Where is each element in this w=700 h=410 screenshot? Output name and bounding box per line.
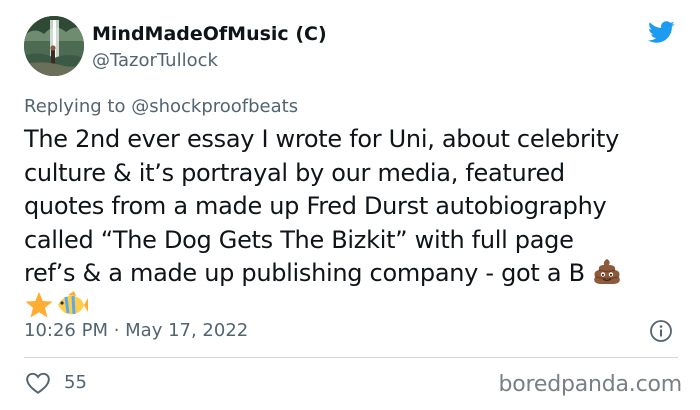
tweet-line-text: ref’s & a made up publishing company - g… [24, 259, 585, 287]
divider [24, 357, 678, 358]
author-display-name[interactable]: MindMadeOfMusic (C) [92, 22, 327, 46]
heart-icon[interactable] [25, 371, 51, 395]
star-emoji [25, 291, 53, 317]
pile-of-poo-emoji [594, 259, 620, 284]
reply-mention[interactable]: @shockproofbeats [131, 96, 298, 117]
avatar-photo [24, 16, 84, 76]
tweet-line: The 2nd ever essay I wrote for Uni, abou… [24, 125, 620, 153]
twitter-bird-icon[interactable] [645, 18, 677, 46]
tweet-text: The 2nd ever essay I wrote for Uni, abou… [24, 123, 684, 324]
avatar[interactable] [24, 16, 84, 76]
tweet-line-last: ref’s & a made up publishing company - g… [24, 257, 684, 291]
info-icon[interactable] [649, 319, 673, 343]
tweet-line: culture & it’s portrayal by our media, f… [24, 158, 565, 187]
reply-context: Replying to @shockproofbeats [24, 96, 298, 118]
tweet-emoji-line [24, 290, 684, 325]
tropical-fish-emoji [58, 290, 88, 314]
watermark: boredpanda.com [498, 372, 682, 397]
author-handle[interactable]: @TazorTullock [92, 50, 218, 72]
tweet-line: called “The Dog Gets The Bizkit” with fu… [24, 225, 574, 254]
tweet-line: quotes from a made up Fred Durst autobio… [24, 192, 607, 220]
reply-prefix: Replying to [24, 96, 126, 117]
tweet-timestamp[interactable]: 10:26 PM · May 17, 2022 [24, 320, 248, 342]
like-count: 55 [64, 372, 87, 393]
